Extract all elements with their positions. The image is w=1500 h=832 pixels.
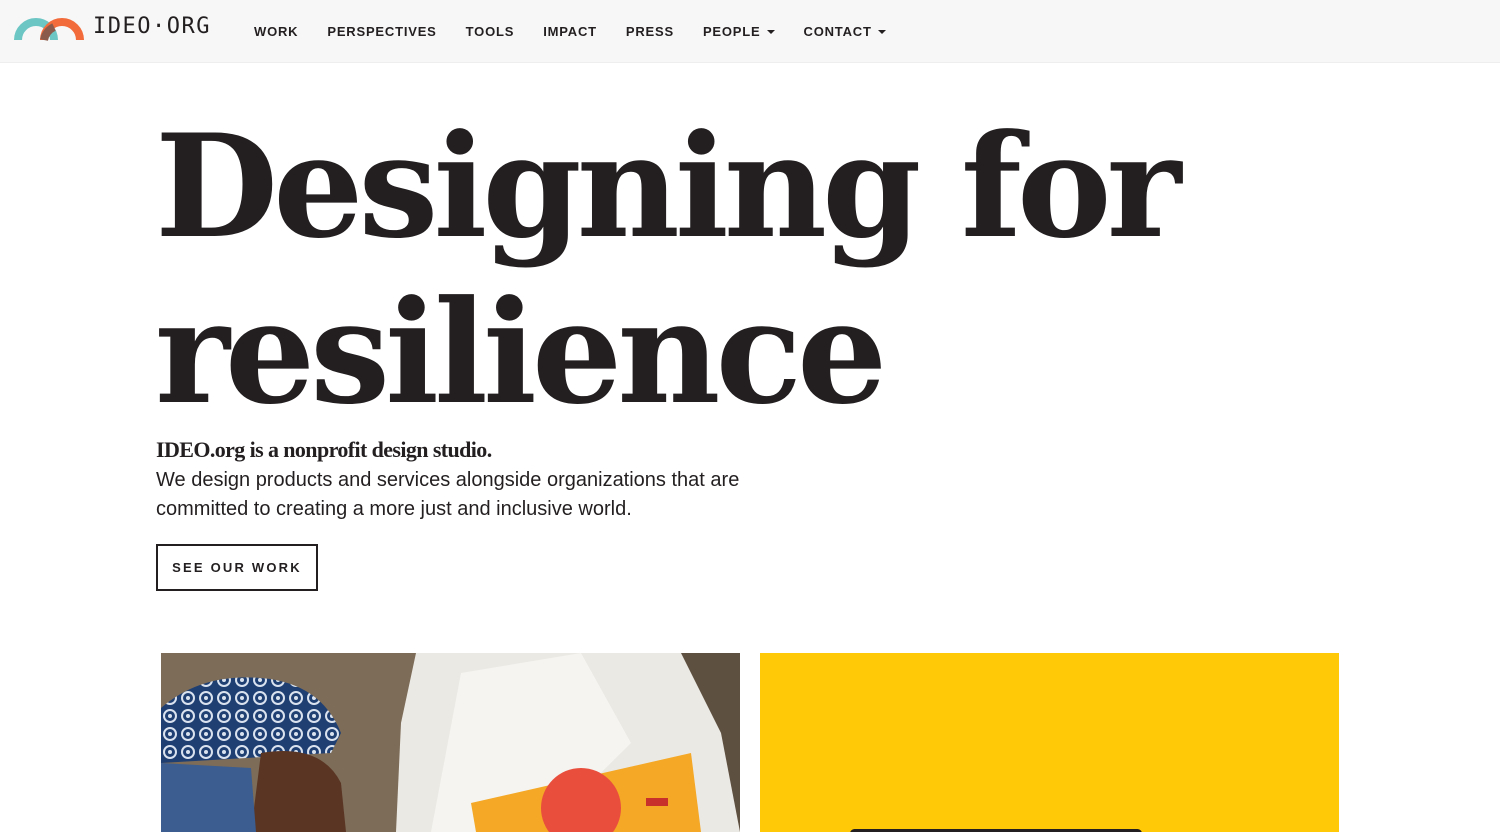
nav-item-label: TOOLS [465, 24, 515, 39]
brand-logo-link[interactable]: IDEO·ORG [14, 13, 211, 41]
nav-item-impact[interactable]: IMPACT [543, 24, 597, 40]
nav-item-work[interactable]: WORK [254, 24, 298, 40]
nav-item-label: WORK [254, 24, 299, 39]
see-our-work-button[interactable]: SEE OUR WORK [156, 544, 318, 591]
hero-title-line1: Designing for [155, 104, 1181, 270]
nav-item-label: PERSPECTIVES [327, 24, 437, 39]
hero-title: Designing for resilience [155, 104, 1255, 436]
intro-body: We design products and services alongsid… [156, 469, 740, 520]
chevron-down-icon [766, 30, 775, 34]
nav-item-label: IMPACT [543, 24, 597, 39]
intro-heading: IDEO.org is a nonprofit design studio. [156, 437, 492, 462]
nav-item-contact[interactable]: CONTACT [804, 24, 886, 40]
photo-woman-with-flyer-icon [161, 653, 740, 832]
featured-photo-card[interactable] [161, 653, 740, 832]
nav-item-press[interactable]: PRESS [626, 24, 674, 40]
nav-item-people[interactable]: PEOPLE [703, 24, 775, 40]
nav-item-label: PRESS [625, 24, 674, 39]
main-navigation: WORK PERSPECTIVES TOOLS IMPACT PRESS PEO… [254, 24, 915, 40]
nav-item-tools[interactable]: TOOLS [466, 24, 515, 40]
chevron-down-icon [877, 30, 886, 34]
featured-yellow-card[interactable] [760, 653, 1339, 832]
nav-item-label: PEOPLE [702, 24, 761, 39]
hero-title-line2: resilience [155, 270, 887, 436]
rainbow-arch-logo-icon [14, 13, 84, 41]
nav-item-label: CONTACT [803, 24, 872, 39]
brand-name: IDEO·ORG [93, 14, 211, 39]
top-navbar: IDEO·ORG WORK PERSPECTIVES TOOLS IMPACT … [0, 0, 1500, 63]
nav-item-perspectives[interactable]: PERSPECTIVES [327, 24, 436, 40]
